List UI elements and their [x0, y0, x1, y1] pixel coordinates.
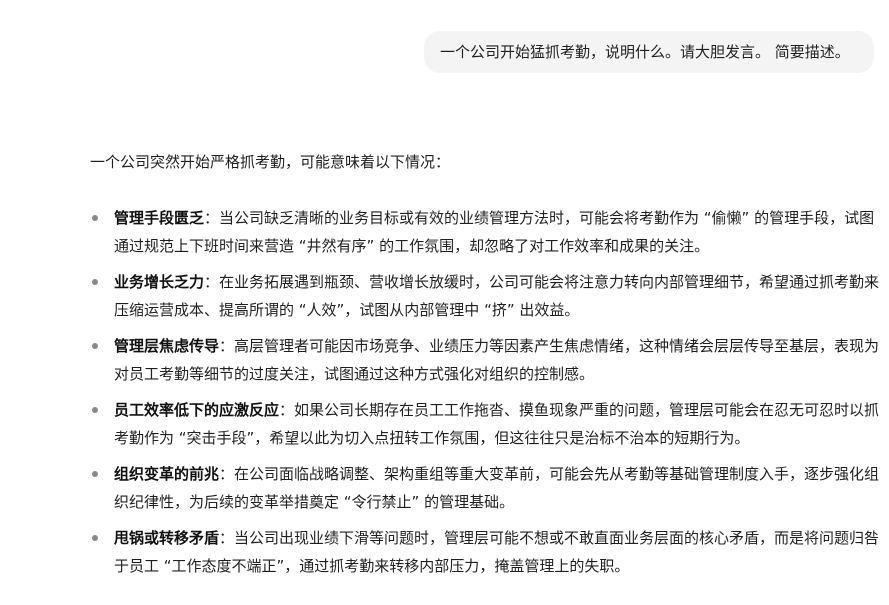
list-item: 员工效率低下的应激反应：如果公司长期存在员工工作拖沓、摸鱼现象严重的问题，管理层…: [90, 396, 880, 452]
bullet-icon: [92, 279, 98, 285]
list-item: 业务增长乏力：在业务拓展遇到瓶颈、营收增长放缓时，公司可能会将注意力转向内部管理…: [90, 268, 880, 324]
answer-intro: 一个公司突然开始严格抓考勤，可能意味着以下情况：: [90, 153, 451, 171]
list-item: 管理层焦虑传导：高层管理者可能因市场竞争、业绩压力等因素产生焦虑情绪，这种情绪会…: [90, 332, 880, 388]
list-item-title: 管理手段匮乏: [114, 209, 205, 227]
bullet-icon: [92, 471, 98, 477]
answer-list: 管理手段匮乏：当公司缺乏清晰的业务目标或有效的业绩管理方法时，可能会将考勤作为 …: [90, 204, 880, 580]
list-item-text: ：在公司面临战略调整、架构重组等重大变革前，可能会先从考勤等基础管理制度入手，逐…: [114, 465, 880, 511]
list-item: 甩锅或转移矛盾：当公司出现业绩下滑等问题时，管理层可能不想或不敢直面业务层面的核…: [90, 524, 880, 580]
list-item-text: ：在业务拓展遇到瓶颈、营收增长放缓时，公司可能会将注意力转向内部管理细节，希望通…: [114, 273, 880, 319]
list-item-title: 管理层焦虑传导: [114, 337, 220, 355]
list-item: 管理手段匮乏：当公司缺乏清晰的业务目标或有效的业绩管理方法时，可能会将考勤作为 …: [90, 204, 880, 260]
list-item-title: 业务增长乏力: [114, 273, 205, 291]
assistant-answer: 一个公司突然开始严格抓考勤，可能意味着以下情况： 管理手段匮乏：当公司缺乏清晰的…: [90, 148, 880, 588]
list-item-title: 甩锅或转移矛盾: [114, 529, 220, 547]
user-message-bubble: 一个公司开始猛抓考勤，说明什么。请大胆发言。 简要描述。: [424, 31, 874, 73]
bullet-icon: [92, 535, 98, 541]
list-item-text: ：当公司出现业绩下滑等问题时，管理层可能不想或不敢直面业务层面的核心矛盾，而是将…: [114, 529, 880, 575]
list-item-text: ：高层管理者可能因市场竞争、业绩压力等因素产生焦虑情绪，这种情绪会层层传导至基层…: [114, 337, 880, 383]
list-item: 组织变革的前兆：在公司面临战略调整、架构重组等重大变革前，可能会先从考勤等基础管…: [90, 460, 880, 516]
bullet-icon: [92, 215, 98, 221]
chat-page: 一个公司开始猛抓考勤，说明什么。请大胆发言。 简要描述。 一个公司突然开始严格抓…: [0, 0, 889, 605]
list-item-title: 组织变革的前兆: [114, 465, 220, 483]
bullet-icon: [92, 343, 98, 349]
list-item-text: ：当公司缺乏清晰的业务目标或有效的业绩管理方法时，可能会将考勤作为 “偷懒” 的…: [114, 209, 875, 255]
list-item-title: 员工效率低下的应激反应: [114, 401, 280, 419]
bullet-icon: [92, 407, 98, 413]
user-message-text: 一个公司开始猛抓考勤，说明什么。请大胆发言。 简要描述。: [440, 43, 850, 61]
